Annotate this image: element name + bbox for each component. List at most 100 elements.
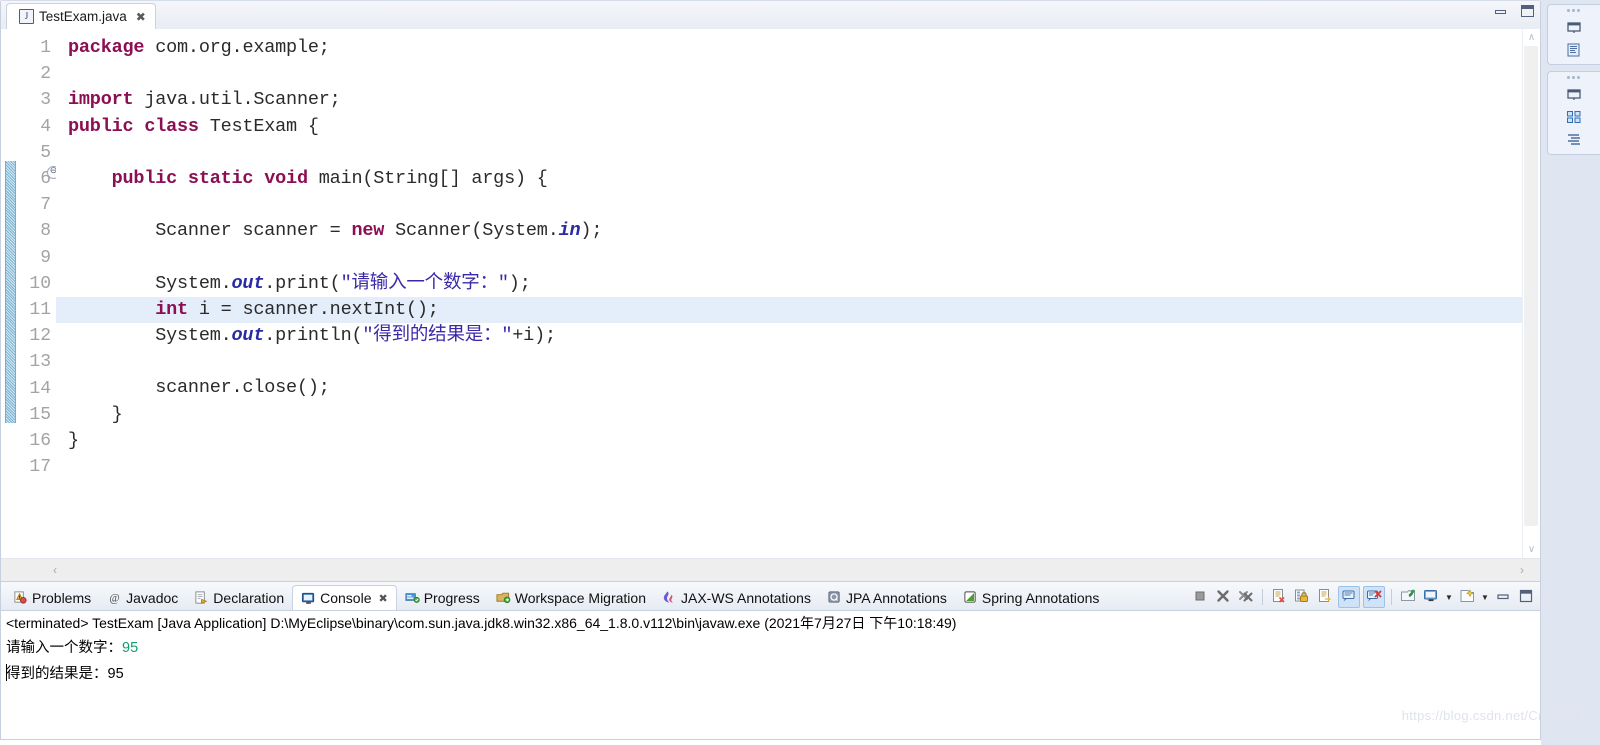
show-on-error-button[interactable] bbox=[1363, 586, 1385, 608]
scroll-down-icon[interactable]: ∨ bbox=[1523, 541, 1540, 558]
editor-vertical-scrollbar[interactable]: ∧ ∨ bbox=[1522, 29, 1540, 558]
close-icon[interactable]: ✖ bbox=[379, 592, 388, 605]
fast-view-group-1 bbox=[1547, 4, 1600, 65]
code-token: new bbox=[351, 220, 385, 242]
open-console-button[interactable] bbox=[1457, 587, 1477, 607]
view-tab-label: Spring Annotations bbox=[981, 589, 1100, 606]
toolbar-separator bbox=[1262, 589, 1263, 605]
code-token: System. bbox=[68, 272, 232, 294]
code-editor[interactable]: package com.org.example; import java.uti… bbox=[56, 29, 1522, 558]
minimize-view-button[interactable] bbox=[1493, 587, 1513, 607]
view-tab-label: Console bbox=[320, 590, 372, 606]
close-icon[interactable]: ✖ bbox=[136, 11, 146, 23]
editor-tab-bar: J TestExam.java ✖ bbox=[1, 1, 1540, 29]
task-list-icon[interactable] bbox=[1564, 108, 1584, 126]
code-line: } bbox=[56, 428, 1522, 454]
maximize-icon[interactable] bbox=[1520, 4, 1534, 18]
editor-tab-testexam-java[interactable]: J TestExam.java ✖ bbox=[6, 3, 156, 29]
progress-icon bbox=[405, 590, 420, 605]
jpa-annotations-icon bbox=[827, 590, 842, 605]
console-icon bbox=[301, 591, 316, 606]
word-wrap-icon bbox=[1317, 588, 1333, 607]
line-number: 4 bbox=[40, 116, 51, 137]
scroll-left-icon[interactable]: ‹ bbox=[45, 560, 65, 580]
view-tab-declaration[interactable]: Declaration bbox=[186, 585, 292, 610]
restore-view-icon[interactable] bbox=[1564, 85, 1584, 103]
code-line: } bbox=[56, 402, 1522, 428]
chevron-down-icon[interactable]: ▼ bbox=[1444, 589, 1454, 605]
minimize-icon[interactable] bbox=[1494, 4, 1508, 18]
open-console-icon bbox=[1459, 588, 1475, 607]
pin-console-icon bbox=[1400, 588, 1416, 607]
console-result-text: 得到的结果是：95 bbox=[6, 666, 124, 682]
restore-view-icon[interactable] bbox=[1564, 18, 1584, 36]
outline-view-icon[interactable] bbox=[1564, 41, 1584, 59]
annotation-ruler[interactable] bbox=[1, 29, 17, 558]
right-fast-view-bar bbox=[1541, 0, 1600, 745]
word-wrap-button[interactable] bbox=[1315, 587, 1335, 607]
code-line: int i = scanner.nextInt(); bbox=[56, 296, 1522, 324]
view-tab-spring-annotations[interactable]: Spring Annotations bbox=[955, 585, 1108, 610]
code-token: package bbox=[68, 37, 145, 58]
scroll-lock-button[interactable] bbox=[1292, 587, 1312, 607]
code-token: Scanner scanner = bbox=[68, 220, 352, 242]
code-token: main(String[] args) { bbox=[307, 167, 548, 189]
terminate-button[interactable] bbox=[1190, 587, 1210, 607]
maximize-view-button[interactable] bbox=[1516, 587, 1536, 607]
scroll-up-icon[interactable]: ∧ bbox=[1523, 29, 1540, 46]
remove-all-button[interactable] bbox=[1236, 587, 1256, 607]
line-number: 16 bbox=[29, 431, 51, 452]
show-on-error-icon bbox=[1366, 588, 1382, 607]
code-token: +i); bbox=[512, 325, 556, 347]
spring-annotations-icon bbox=[963, 590, 978, 605]
view-tab-console[interactable]: Console ✖ bbox=[292, 585, 397, 610]
code-line: public static void main(String[] args) { bbox=[56, 166, 1522, 192]
view-tab-workspace-migration[interactable]: Workspace Migration bbox=[488, 585, 654, 610]
scroll-right-icon[interactable]: › bbox=[1512, 560, 1532, 580]
remove-all-xx-icon bbox=[1238, 588, 1254, 607]
show-console-icon bbox=[1341, 588, 1357, 607]
minimize-icon bbox=[1495, 588, 1511, 607]
view-tab-label: JPA Annotations bbox=[845, 589, 947, 606]
editor-horizontal-scrollbar[interactable]: ‹ › bbox=[1, 558, 1540, 581]
line-number: 10 bbox=[29, 273, 51, 294]
code-token: in bbox=[558, 220, 581, 242]
code-line: import java.util.Scanner; bbox=[56, 87, 1522, 113]
clear-console-button[interactable] bbox=[1269, 587, 1289, 607]
view-tab-jpa-annotations[interactable]: JPA Annotations bbox=[819, 585, 955, 610]
clear-console-icon bbox=[1271, 588, 1287, 607]
code-token: out bbox=[231, 272, 265, 294]
properties-view-icon[interactable] bbox=[1564, 131, 1584, 149]
pin-console-button[interactable] bbox=[1398, 587, 1418, 607]
view-tab-jax-ws-annotations[interactable]: JAX-WS Annotations bbox=[654, 585, 819, 610]
display-console-button[interactable] bbox=[1421, 587, 1441, 607]
change-bar bbox=[5, 161, 16, 423]
code-token: .print( bbox=[264, 272, 341, 294]
display-console-icon bbox=[1423, 588, 1439, 607]
view-tab-progress[interactable]: Progress bbox=[397, 585, 488, 610]
console-output[interactable]: <terminated> TestExam [Java Application]… bbox=[1, 610, 1540, 739]
chevron-down-icon[interactable]: ▼ bbox=[1480, 589, 1490, 605]
java-file-icon: J bbox=[19, 9, 34, 24]
code-line: package com.org.example; bbox=[56, 35, 1522, 61]
show-console-button[interactable] bbox=[1338, 586, 1360, 608]
code-token: public class bbox=[68, 115, 199, 137]
workbench: J TestExam.java ✖ 1 2 3 4 5 6 ⊖ 7 8 9 10… bbox=[0, 0, 1600, 745]
view-tab-label: Progress bbox=[423, 589, 480, 606]
line-number: 8 bbox=[40, 221, 51, 242]
drag-handle-dots[interactable] bbox=[1566, 8, 1582, 13]
svg-text:@: @ bbox=[109, 592, 119, 604]
line-number: 12 bbox=[29, 326, 51, 347]
maximize-icon bbox=[1518, 588, 1534, 607]
drag-handle-dots[interactable] bbox=[1566, 75, 1582, 80]
code-line: System.out.println("得到的结果是："+i); bbox=[56, 323, 1522, 349]
code-token: ); bbox=[508, 272, 531, 294]
view-tab-label: Problems bbox=[32, 589, 92, 606]
scrollbar-thumb[interactable] bbox=[1524, 46, 1538, 526]
view-tab-javadoc[interactable]: @ Javadoc bbox=[99, 585, 186, 610]
remove-launch-button[interactable] bbox=[1213, 587, 1233, 607]
view-tab-problems[interactable]: Problems bbox=[5, 585, 99, 610]
console-vertical-scrollbar[interactable] bbox=[1524, 611, 1540, 739]
